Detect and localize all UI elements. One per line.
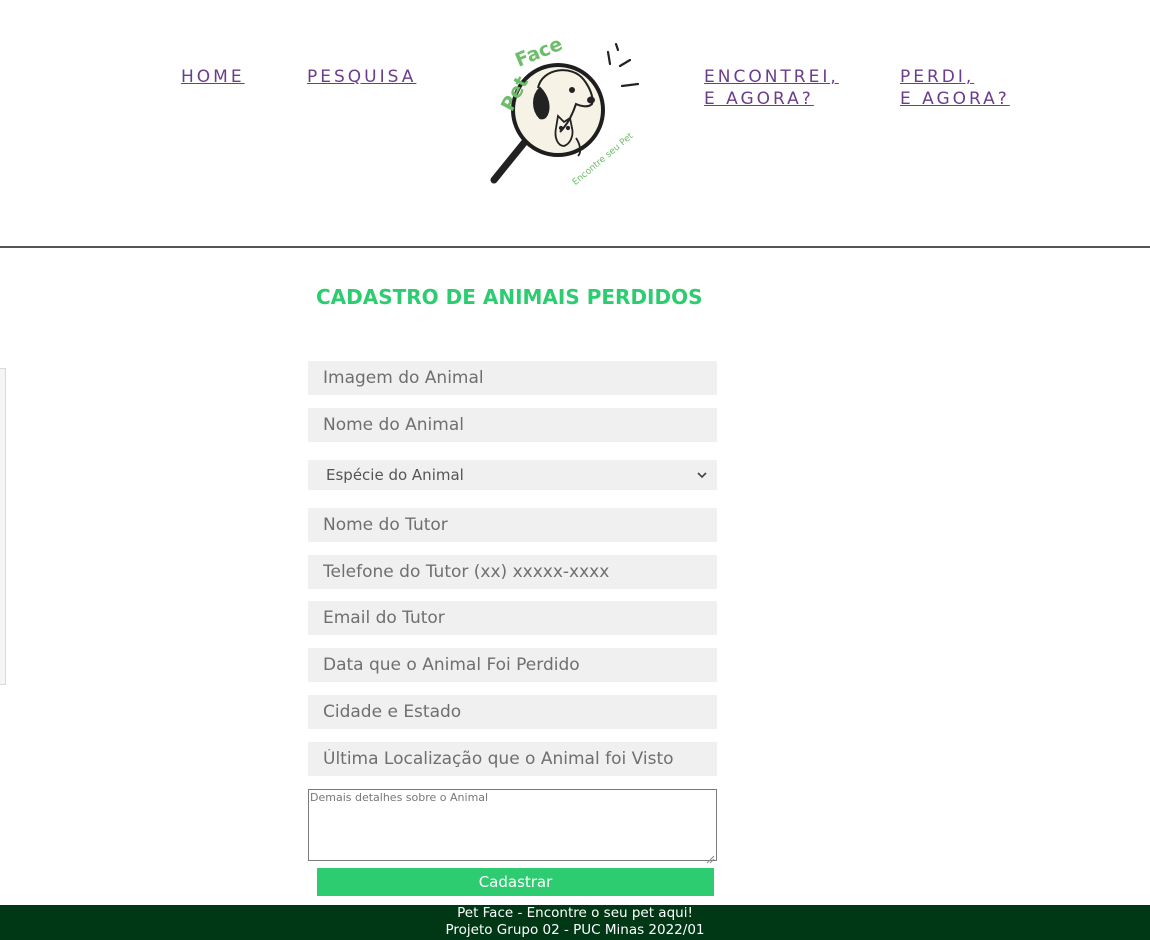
sparkle-lines-icon [606, 42, 640, 88]
footer: Pet Face - Encontre o seu pet aqui! Proj… [0, 905, 1150, 940]
nav-pesquisa-label: PESQUISA [307, 67, 417, 87]
header-divider [0, 246, 1150, 248]
side-panel-edge [0, 368, 6, 685]
tutor-email-input[interactable] [308, 601, 717, 635]
resize-grip-icon[interactable] [705, 849, 715, 864]
footer-line2: Projeto Grupo 02 - PUC Minas 2022/01 [445, 922, 705, 938]
form-title: CADASTRO DE ANIMAIS PERDIDOS [316, 285, 703, 309]
submit-button[interactable]: Cadastrar [317, 868, 714, 896]
nav-encontrei-link[interactable]: ENCONTREI, E AGORA? [704, 66, 839, 110]
lost-date-input[interactable] [308, 648, 717, 682]
pet-face-logo[interactable]: Pet Face Encontre seu Pet [480, 33, 650, 188]
tutor-name-input[interactable] [308, 508, 717, 542]
animal-image-input[interactable] [308, 361, 717, 395]
nav-pesquisa-link[interactable]: PESQUISA [307, 66, 416, 88]
magnifier-handle [490, 134, 532, 184]
nav-perdi-link[interactable]: PERDI, E AGORA? [900, 66, 1010, 110]
last-location-input[interactable] [308, 742, 717, 776]
nav-encontrei-line2: E AGORA? [704, 89, 814, 109]
nav-home-label: HOME [181, 67, 245, 87]
animal-name-input[interactable] [308, 408, 717, 442]
nav-home-link[interactable]: HOME [181, 66, 245, 88]
footer-line1: Pet Face - Encontre o seu pet aqui! [457, 905, 693, 921]
chevron-down-icon [697, 468, 707, 482]
city-state-input[interactable] [308, 695, 717, 729]
details-textarea[interactable] [308, 789, 717, 861]
nav-perdi-line1: PERDI, [900, 67, 975, 87]
nav-perdi-line2: E AGORA? [900, 89, 1010, 109]
species-select-value: Espécie do Animal [326, 466, 464, 484]
nav-encontrei-line1: ENCONTREI, [704, 67, 839, 87]
species-select[interactable]: Espécie do Animal [308, 460, 717, 490]
tutor-phone-input[interactable] [308, 555, 717, 589]
